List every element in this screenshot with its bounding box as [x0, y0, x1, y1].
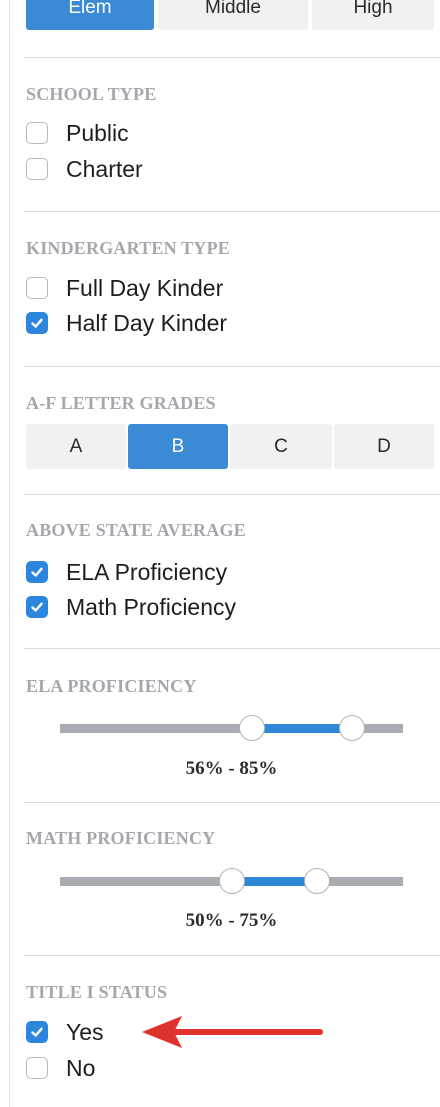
- grade-b-button[interactable]: B: [128, 424, 228, 469]
- divider: [24, 57, 440, 58]
- filter-panel: Elem Middle High SCHOOL TYPE Public Char…: [0, 0, 440, 1107]
- divider: [24, 955, 440, 956]
- panel-left-border: [9, 0, 10, 1107]
- checkbox-label: No: [66, 1054, 96, 1081]
- title-i-status-title: TITLE I STATUS: [26, 982, 168, 1002]
- slider-max-handle[interactable]: [338, 715, 365, 741]
- checkbox-label: Charter: [66, 155, 143, 182]
- checkbox-label: ELA Proficiency: [66, 558, 228, 585]
- title-i-no-checkbox[interactable]: No: [26, 1053, 95, 1083]
- checkbox-label: Half Day Kinder: [66, 309, 228, 336]
- slider-max-handle[interactable]: [304, 868, 331, 894]
- title-i-yes-checkbox[interactable]: Yes: [26, 1017, 104, 1047]
- checkbox[interactable]: [26, 596, 48, 618]
- above-state-average-title: ABOVE STATE AVERAGE: [26, 520, 246, 540]
- school-type-public-checkbox[interactable]: Public: [26, 118, 129, 148]
- divider: [24, 366, 440, 367]
- divider: [24, 802, 440, 803]
- grade-c-button[interactable]: C: [230, 424, 332, 469]
- check-icon: [31, 567, 43, 577]
- level-elem-button[interactable]: Elem: [26, 0, 154, 30]
- level-high-button[interactable]: High: [312, 0, 434, 30]
- letter-grade-selector: A B C D: [26, 424, 434, 469]
- math-proficiency-slider[interactable]: [60, 866, 403, 896]
- above-avg-math-checkbox[interactable]: Math Proficiency: [26, 592, 236, 622]
- above-avg-ela-checkbox[interactable]: ELA Proficiency: [26, 557, 227, 587]
- slider-min-handle[interactable]: [218, 868, 245, 894]
- math-proficiency-range-value: 50% - 75%: [185, 910, 278, 931]
- grade-d-button[interactable]: D: [334, 424, 434, 469]
- level-selector: Elem Middle High: [26, 0, 434, 30]
- checkbox-label: Public: [66, 119, 129, 146]
- kinder-full-day-checkbox[interactable]: Full Day Kinder: [26, 273, 223, 303]
- checkbox[interactable]: [26, 1057, 48, 1079]
- slider-selected-range: [252, 724, 352, 733]
- ela-proficiency-slider[interactable]: [60, 713, 403, 743]
- divider: [24, 648, 440, 649]
- ela-proficiency-range-value: 56% - 85%: [185, 758, 278, 779]
- divider: [24, 494, 440, 495]
- red-arrow-icon: [142, 1016, 323, 1048]
- math-proficiency-title: MATH PROFICIENCY: [26, 828, 216, 848]
- kinder-half-day-checkbox[interactable]: Half Day Kinder: [26, 308, 227, 338]
- checkbox-label: Full Day Kinder: [66, 274, 224, 301]
- check-icon: [31, 1027, 43, 1037]
- checkbox[interactable]: [26, 561, 48, 583]
- letter-grades-title: A-F LETTER GRADES: [26, 393, 216, 413]
- checkbox-label: Yes: [66, 1018, 104, 1045]
- checkbox[interactable]: [26, 277, 48, 299]
- school-type-charter-checkbox[interactable]: Charter: [26, 154, 143, 184]
- slider-min-handle[interactable]: [239, 715, 266, 741]
- checkbox[interactable]: [26, 312, 48, 334]
- checkbox-label: Math Proficiency: [66, 593, 237, 620]
- checkbox[interactable]: [26, 1021, 48, 1043]
- checkbox[interactable]: [26, 122, 48, 144]
- divider: [24, 211, 440, 212]
- check-icon: [31, 602, 43, 612]
- ela-proficiency-title: ELA PROFICIENCY: [26, 676, 197, 696]
- school-type-title: SCHOOL TYPE: [26, 84, 157, 104]
- grade-a-button[interactable]: A: [26, 424, 126, 469]
- kindergarten-type-title: KINDERGARTEN TYPE: [26, 238, 230, 258]
- checkbox[interactable]: [26, 158, 48, 180]
- level-middle-button[interactable]: Middle: [158, 0, 308, 30]
- check-icon: [31, 318, 43, 328]
